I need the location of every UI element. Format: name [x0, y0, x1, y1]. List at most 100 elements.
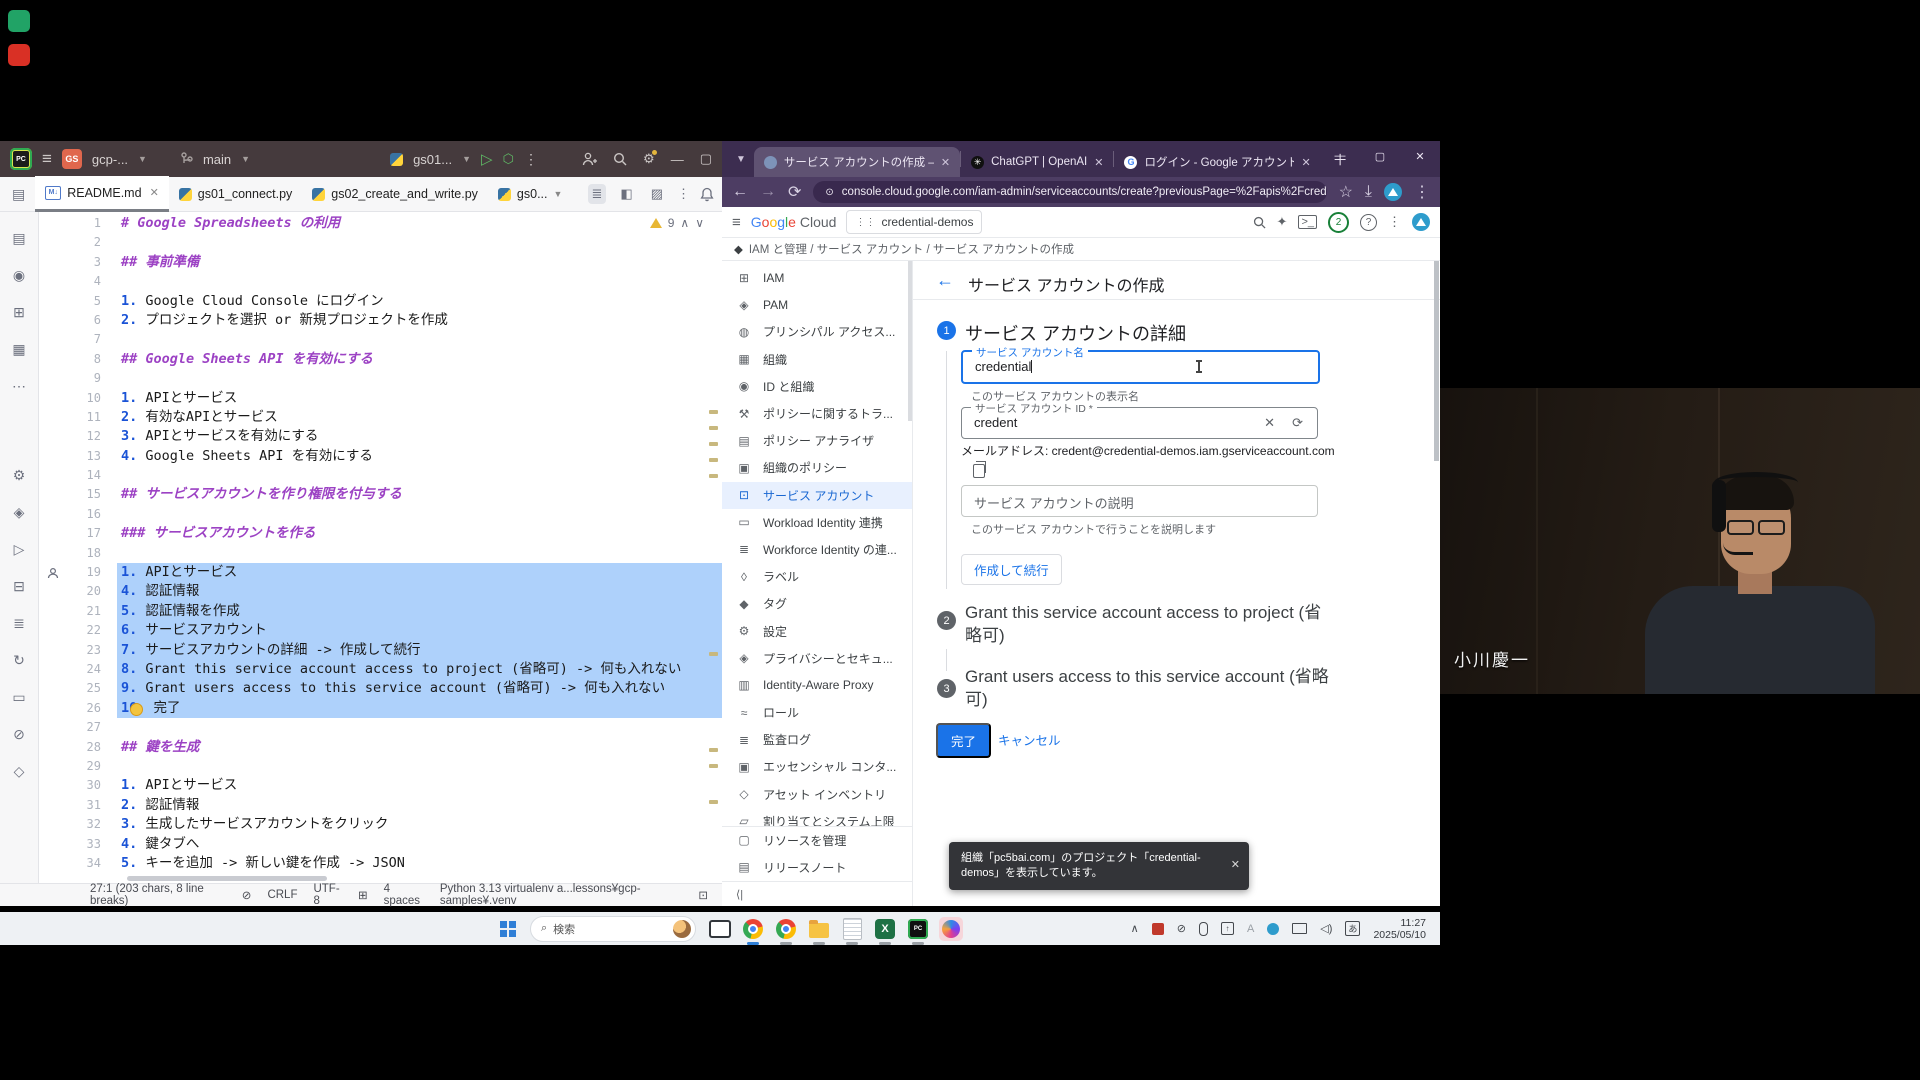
chrome-menu-icon[interactable]: ⋮ [1414, 182, 1430, 202]
sidebar-item[interactable]: ▭Workload Identity 連携 [722, 509, 912, 536]
search-icon[interactable] [613, 152, 627, 166]
commit-icon[interactable]: ◉ [0, 257, 38, 294]
preview-icon[interactable]: ▨ [647, 184, 667, 204]
tray-language-icon[interactable]: あ [1345, 921, 1360, 936]
sidebar-item[interactable]: ◉ID と組織 [722, 373, 912, 400]
regenerate-icon[interactable]: ⟳ [1292, 415, 1303, 431]
close-tab-icon[interactable]: ✕ [1094, 156, 1103, 169]
sidebar-item[interactable]: ▣エッセンシャル コンタ... [722, 753, 912, 780]
widgets-weather-icon[interactable] [673, 920, 691, 938]
search-icon[interactable] [1253, 216, 1266, 229]
sidebar-item[interactable]: ⊞IAM [722, 264, 912, 291]
editor-line[interactable]: 2 [39, 233, 722, 252]
read-lock-icon[interactable]: ⊡ [698, 888, 708, 902]
sidebar-item[interactable]: ▣組織のポリシー [722, 454, 912, 481]
split-editor-icon[interactable]: ◧ [616, 184, 636, 204]
breadcrumb-text[interactable]: IAM と管理 / サービス アカウント / サービス アカウントの作成 [749, 241, 1074, 257]
sidebar-item[interactable]: ⚒ポリシーに関するトラ... [722, 400, 912, 427]
settings-icon[interactable]: ⚙ [643, 151, 655, 167]
editor-line[interactable]: 2610. 完了 [39, 699, 722, 718]
site-settings-icon[interactable]: ⊙ [825, 187, 833, 198]
project-icon[interactable]: ▤ [0, 220, 38, 257]
editor-line[interactable]: 101. APIとサービス [39, 389, 722, 408]
editor-line[interactable]: 4 [39, 272, 722, 291]
structure-icon[interactable]: ⊞ [0, 294, 38, 331]
tray-upload-icon[interactable]: ↑ [1221, 922, 1234, 935]
horizontal-scrollbar[interactable] [127, 876, 327, 881]
database-icon[interactable]: ≣ [0, 605, 38, 642]
packages-icon[interactable]: ▦ [0, 331, 38, 368]
minimize-button[interactable]: — [1320, 150, 1360, 162]
editor-line[interactable]: 8## Google Sheets API を有効にする [39, 350, 722, 369]
file-encoding[interactable]: UTF-8 [313, 883, 341, 907]
maximize-button[interactable]: ▢ [1360, 150, 1400, 163]
desktop-icon-red[interactable] [8, 44, 30, 66]
back-icon[interactable]: ← [732, 183, 748, 201]
run-config-selector[interactable]: gs01... [413, 152, 452, 167]
editor-line[interactable]: 51. Google Cloud Console にログイン [39, 292, 722, 311]
inspection-widget[interactable]: 9 ∧ ∨ [650, 216, 704, 230]
notifications-bell-icon[interactable] [700, 187, 714, 202]
tray-expand-icon[interactable]: ∧ [1131, 922, 1139, 935]
sidebar-scrollbar[interactable] [908, 261, 912, 421]
browser-tab[interactable]: Gログイン - Google アカウント✕ [1114, 147, 1320, 177]
settings-icon[interactable]: ⚙ [0, 457, 38, 494]
tray-onedrive-icon[interactable] [1267, 923, 1279, 935]
editor-line[interactable]: 3## 事前準備 [39, 253, 722, 272]
google-cloud-logo[interactable]: Google Cloud [751, 214, 837, 230]
close-tab-icon[interactable]: ✕ [150, 186, 159, 199]
help-icon[interactable]: ? [1360, 214, 1377, 231]
notifications-badge[interactable]: 2 [1328, 212, 1349, 233]
tab-options-icon[interactable]: ⋮ [677, 186, 690, 202]
editor-line[interactable]: 323. 生成したサービスアカウントをクリック [39, 815, 722, 834]
downloads-icon[interactable]: ⤓ [1365, 183, 1372, 201]
editor-line[interactable]: 1# Google Spreadsheets の利用 [39, 214, 722, 233]
project-picker[interactable]: ⋮⋮ credential-demos [846, 210, 982, 234]
bookmark-star-icon[interactable]: ☆ [1339, 182, 1353, 202]
sidebar-item[interactable]: ▥Identity-Aware Proxy [722, 672, 912, 699]
content-scrollbar[interactable] [1434, 261, 1439, 461]
layout-list-icon[interactable]: ≣ [588, 184, 607, 204]
taskbar-chrome[interactable] [741, 917, 765, 941]
run-tool-icon[interactable]: ▷ [0, 531, 38, 568]
sidebar-item[interactable]: ◆タグ [722, 590, 912, 617]
back-arrow-icon[interactable]: ← [936, 270, 954, 291]
grammar-icon[interactable]: ⊘ [242, 888, 252, 902]
editor-line[interactable]: 9 [39, 369, 722, 388]
git-branch-selector[interactable]: main [203, 152, 231, 167]
more-actions-icon[interactable]: ⋮ [524, 151, 539, 168]
editor-line[interactable]: 237. サービスアカウントの詳細 -> 作成して続行 [39, 641, 722, 660]
ai-status-icon[interactable]: ⊞ [358, 888, 368, 902]
editor-line[interactable]: 226. サービスアカウント [39, 621, 722, 640]
service-account-name-field[interactable]: サービス アカウント名 credential [961, 350, 1320, 384]
editor-line[interactable]: 14 [39, 466, 722, 485]
python-packages-icon[interactable]: ⊟ [0, 568, 38, 605]
editor-line[interactable]: 301. APIとサービス [39, 776, 722, 795]
sidebar-item[interactable]: ⚙設定 [722, 617, 912, 644]
done-button[interactable]: 完了 [936, 723, 991, 758]
sidebar-item[interactable]: ◈プライバシーとセキュ... [722, 645, 912, 672]
editor-line[interactable]: 215. 認証情報を作成 [39, 602, 722, 621]
profile-avatar[interactable] [1384, 183, 1402, 201]
search-tabs-icon[interactable]: ▼ [728, 154, 754, 165]
sidebar-item[interactable]: ≣監査ログ [722, 726, 912, 753]
copy-icon[interactable] [973, 464, 985, 478]
tray-mic-icon[interactable] [1199, 922, 1208, 936]
taskbar-file-explorer[interactable] [807, 917, 831, 941]
prev-problem-icon[interactable]: ∧ [680, 216, 689, 230]
editor-line[interactable]: 334. 鍵タブへ [39, 835, 722, 854]
close-tab-icon[interactable]: ✕ [1301, 156, 1310, 169]
editor-line[interactable]: 345. キーを追加 -> 新しい鍵を作成 -> JSON [39, 854, 722, 873]
editor-line[interactable]: 62. プロジェクトを選択 or 新規プロジェクトを作成 [39, 311, 722, 330]
tray-app-icon[interactable] [1152, 923, 1164, 935]
editor-line[interactable]: 18 [39, 544, 722, 563]
editor-line[interactable]: 248. Grant this service account access t… [39, 660, 722, 679]
editor-line[interactable]: 7 [39, 330, 722, 349]
account-avatar[interactable] [1412, 213, 1430, 231]
address-bar[interactable]: ⊙ console.cloud.google.com/iam-admin/ser… [813, 181, 1326, 203]
service-account-id-field[interactable]: サービス アカウント ID * credent ✕ ⟳ [961, 407, 1318, 439]
indent-style[interactable]: 4 spaces [384, 883, 424, 907]
taskbar-search[interactable]: ⌕ 検索 [530, 916, 696, 942]
sidebar-item[interactable]: ▢リソースを管理 [722, 827, 912, 854]
editor-line[interactable]: 27 [39, 718, 722, 737]
